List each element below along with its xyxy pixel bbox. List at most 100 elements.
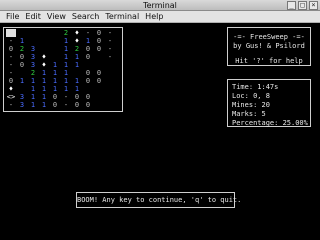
board-cell[interactable]: 1 [50, 85, 60, 93]
board-cell[interactable]: 1 [61, 61, 71, 69]
board-cell[interactable] [39, 45, 49, 53]
board-cell[interactable]: 0 [83, 93, 93, 101]
board-cell[interactable]: 1 [39, 69, 49, 77]
board-cell[interactable]: 0 [17, 53, 27, 61]
board-cell[interactable]: - [6, 53, 16, 61]
board-cell[interactable] [94, 101, 104, 109]
board-cell[interactable]: - [6, 61, 16, 69]
board-cell[interactable]: 0 [50, 93, 60, 101]
board-cell[interactable]: 0 [94, 77, 104, 85]
board-cell[interactable]: 1 [28, 85, 38, 93]
board-cell[interactable]: 1 [61, 77, 71, 85]
board-cell[interactable]: 1 [39, 85, 49, 93]
board-cell[interactable]: ♦ [72, 37, 82, 45]
board-cell[interactable]: 2 [72, 45, 82, 53]
board-cell[interactable]: 1 [28, 77, 38, 85]
board-cell[interactable]: 0 [83, 77, 93, 85]
menu-search[interactable]: Search [69, 11, 102, 23]
board-cell[interactable] [50, 53, 60, 61]
board-cell[interactable]: 2 [61, 29, 71, 37]
menu-file[interactable]: File [3, 11, 22, 23]
board-cell[interactable]: 1 [72, 53, 82, 61]
board-cell[interactable]: - [61, 101, 71, 109]
board-cell[interactable]: 1 [39, 93, 49, 101]
board-cell[interactable] [50, 29, 60, 37]
board-cell[interactable] [105, 77, 115, 85]
board-cell[interactable]: - [6, 101, 16, 109]
board-cell[interactable] [94, 85, 104, 93]
board-cell[interactable] [39, 37, 49, 45]
close-button[interactable]: × [309, 1, 318, 10]
board-cell[interactable] [105, 61, 115, 69]
menu-help[interactable]: Help [142, 11, 166, 23]
board-cell[interactable]: 3 [28, 53, 38, 61]
board-cell[interactable] [28, 37, 38, 45]
board-cell[interactable]: 0 [94, 69, 104, 77]
board-cell[interactable]: - [83, 29, 93, 37]
board-cell[interactable] [17, 85, 27, 93]
board-cell[interactable]: 1 [72, 61, 82, 69]
board-cell[interactable] [28, 29, 38, 37]
board-cell[interactable]: 0 [94, 45, 104, 53]
window-titlebar[interactable]: Terminal _ □ × [0, 0, 320, 11]
board-cell[interactable]: 1 [61, 69, 71, 77]
board-cell[interactable]: 3 [28, 45, 38, 53]
minefield-board[interactable]: 2 ♦ -0- -1 1 ♦ 1 0-0 2 3 1 2 0 0- -0 3 ♦ 1 1 0- -0 3 ♦ 1 1 1-2 1 1 1… [3, 27, 123, 112]
board-cell[interactable]: 0 [6, 45, 16, 53]
board-cell[interactable]: 0 [94, 37, 104, 45]
board-cell[interactable]: 1 [28, 93, 38, 101]
board-cell[interactable]: 1 [72, 85, 82, 93]
board-cell[interactable] [94, 93, 104, 101]
board-cell[interactable] [39, 29, 49, 37]
board-cell[interactable]: <> [6, 93, 16, 101]
board-cell[interactable]: 0 [83, 45, 93, 53]
board-cell[interactable]: 3 [28, 61, 38, 69]
board-cell[interactable]: 1 [72, 77, 82, 85]
board-cell[interactable]: 1 [50, 61, 60, 69]
board-cell[interactable] [50, 45, 60, 53]
board-cell[interactable]: 1 [61, 53, 71, 61]
board-cell[interactable]: 1 [61, 85, 71, 93]
board-cell[interactable] [105, 69, 115, 77]
board-cell[interactable] [83, 85, 93, 93]
board-cell[interactable]: - [105, 29, 115, 37]
board-cell[interactable]: 1 [50, 77, 60, 85]
board-cell[interactable]: 1 [83, 37, 93, 45]
board-cell[interactable] [17, 29, 27, 37]
board-cell[interactable] [72, 69, 82, 77]
board-cell[interactable] [17, 69, 27, 77]
board-cell[interactable]: 0 [72, 93, 82, 101]
board-cell[interactable]: 1 [39, 77, 49, 85]
board-cell[interactable]: ♦ [6, 85, 16, 93]
board-cell[interactable]: 1 [61, 37, 71, 45]
board-cell[interactable]: 0 [72, 101, 82, 109]
board-cell[interactable]: 2 [28, 69, 38, 77]
board-cell[interactable] [50, 37, 60, 45]
board-cell[interactable]: ♦ [39, 53, 49, 61]
board-cell[interactable]: - [61, 93, 71, 101]
maximize-button[interactable]: □ [298, 1, 307, 10]
board-cell[interactable]: 0 [83, 101, 93, 109]
board-cell[interactable] [105, 93, 115, 101]
board-cell[interactable]: 0 [83, 69, 93, 77]
menu-edit[interactable]: Edit [22, 11, 44, 23]
board-cell[interactable]: - [6, 37, 16, 45]
board-cell[interactable] [83, 61, 93, 69]
board-cell[interactable]: - [105, 53, 115, 61]
menu-view[interactable]: View [44, 11, 69, 23]
board-cell[interactable]: 3 [17, 93, 27, 101]
board-cell[interactable]: 0 [17, 61, 27, 69]
board-cell[interactable]: 1 [17, 37, 27, 45]
menu-terminal[interactable]: Terminal [102, 11, 142, 23]
board-cell[interactable] [94, 53, 104, 61]
board-cell[interactable]: 0 [94, 29, 104, 37]
board-cell[interactable]: 3 [17, 101, 27, 109]
terminal-area[interactable]: 2 ♦ -0- -1 1 ♦ 1 0-0 2 3 1 2 0 0- -0 3 ♦ 1 1 0- -0 3 ♦ 1 1 1-2 1 1 1… [0, 24, 320, 221]
board-cell[interactable]: 1 [50, 69, 60, 77]
board-cell[interactable]: - [105, 37, 115, 45]
board-cell[interactable]: 0 [6, 77, 16, 85]
board-cell[interactable]: 1 [61, 45, 71, 53]
board-cell[interactable]: - [105, 45, 115, 53]
board-cell[interactable] [94, 61, 104, 69]
minimize-button[interactable]: _ [287, 1, 296, 10]
